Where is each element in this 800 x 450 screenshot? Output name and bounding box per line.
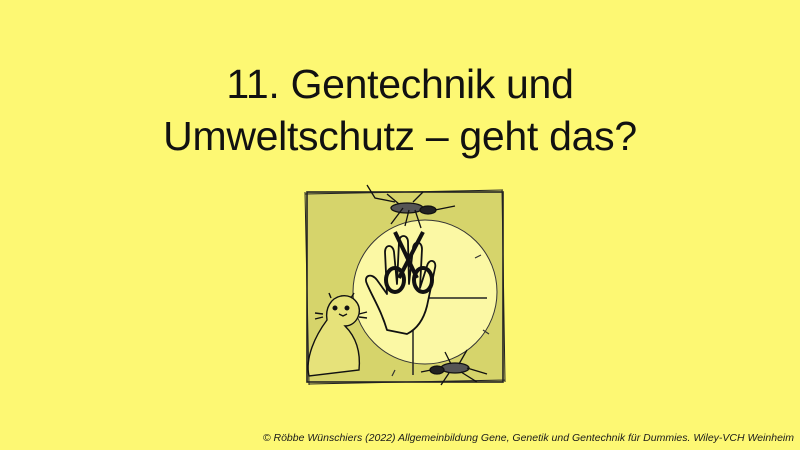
slide: 11. Gentechnik und Umweltschutz – geht d… [0,0,800,450]
slide-title: 11. Gentechnik und Umweltschutz – geht d… [0,58,800,162]
hand-with-scissors-mosquito-otter-icon [304,184,506,386]
title-line-2: Umweltschutz – geht das? [163,113,637,159]
title-line-1: 11. Gentechnik und [226,61,574,107]
copyright-caption: © Röbbe Wünschiers (2022) Allgemeinbildu… [262,432,794,444]
